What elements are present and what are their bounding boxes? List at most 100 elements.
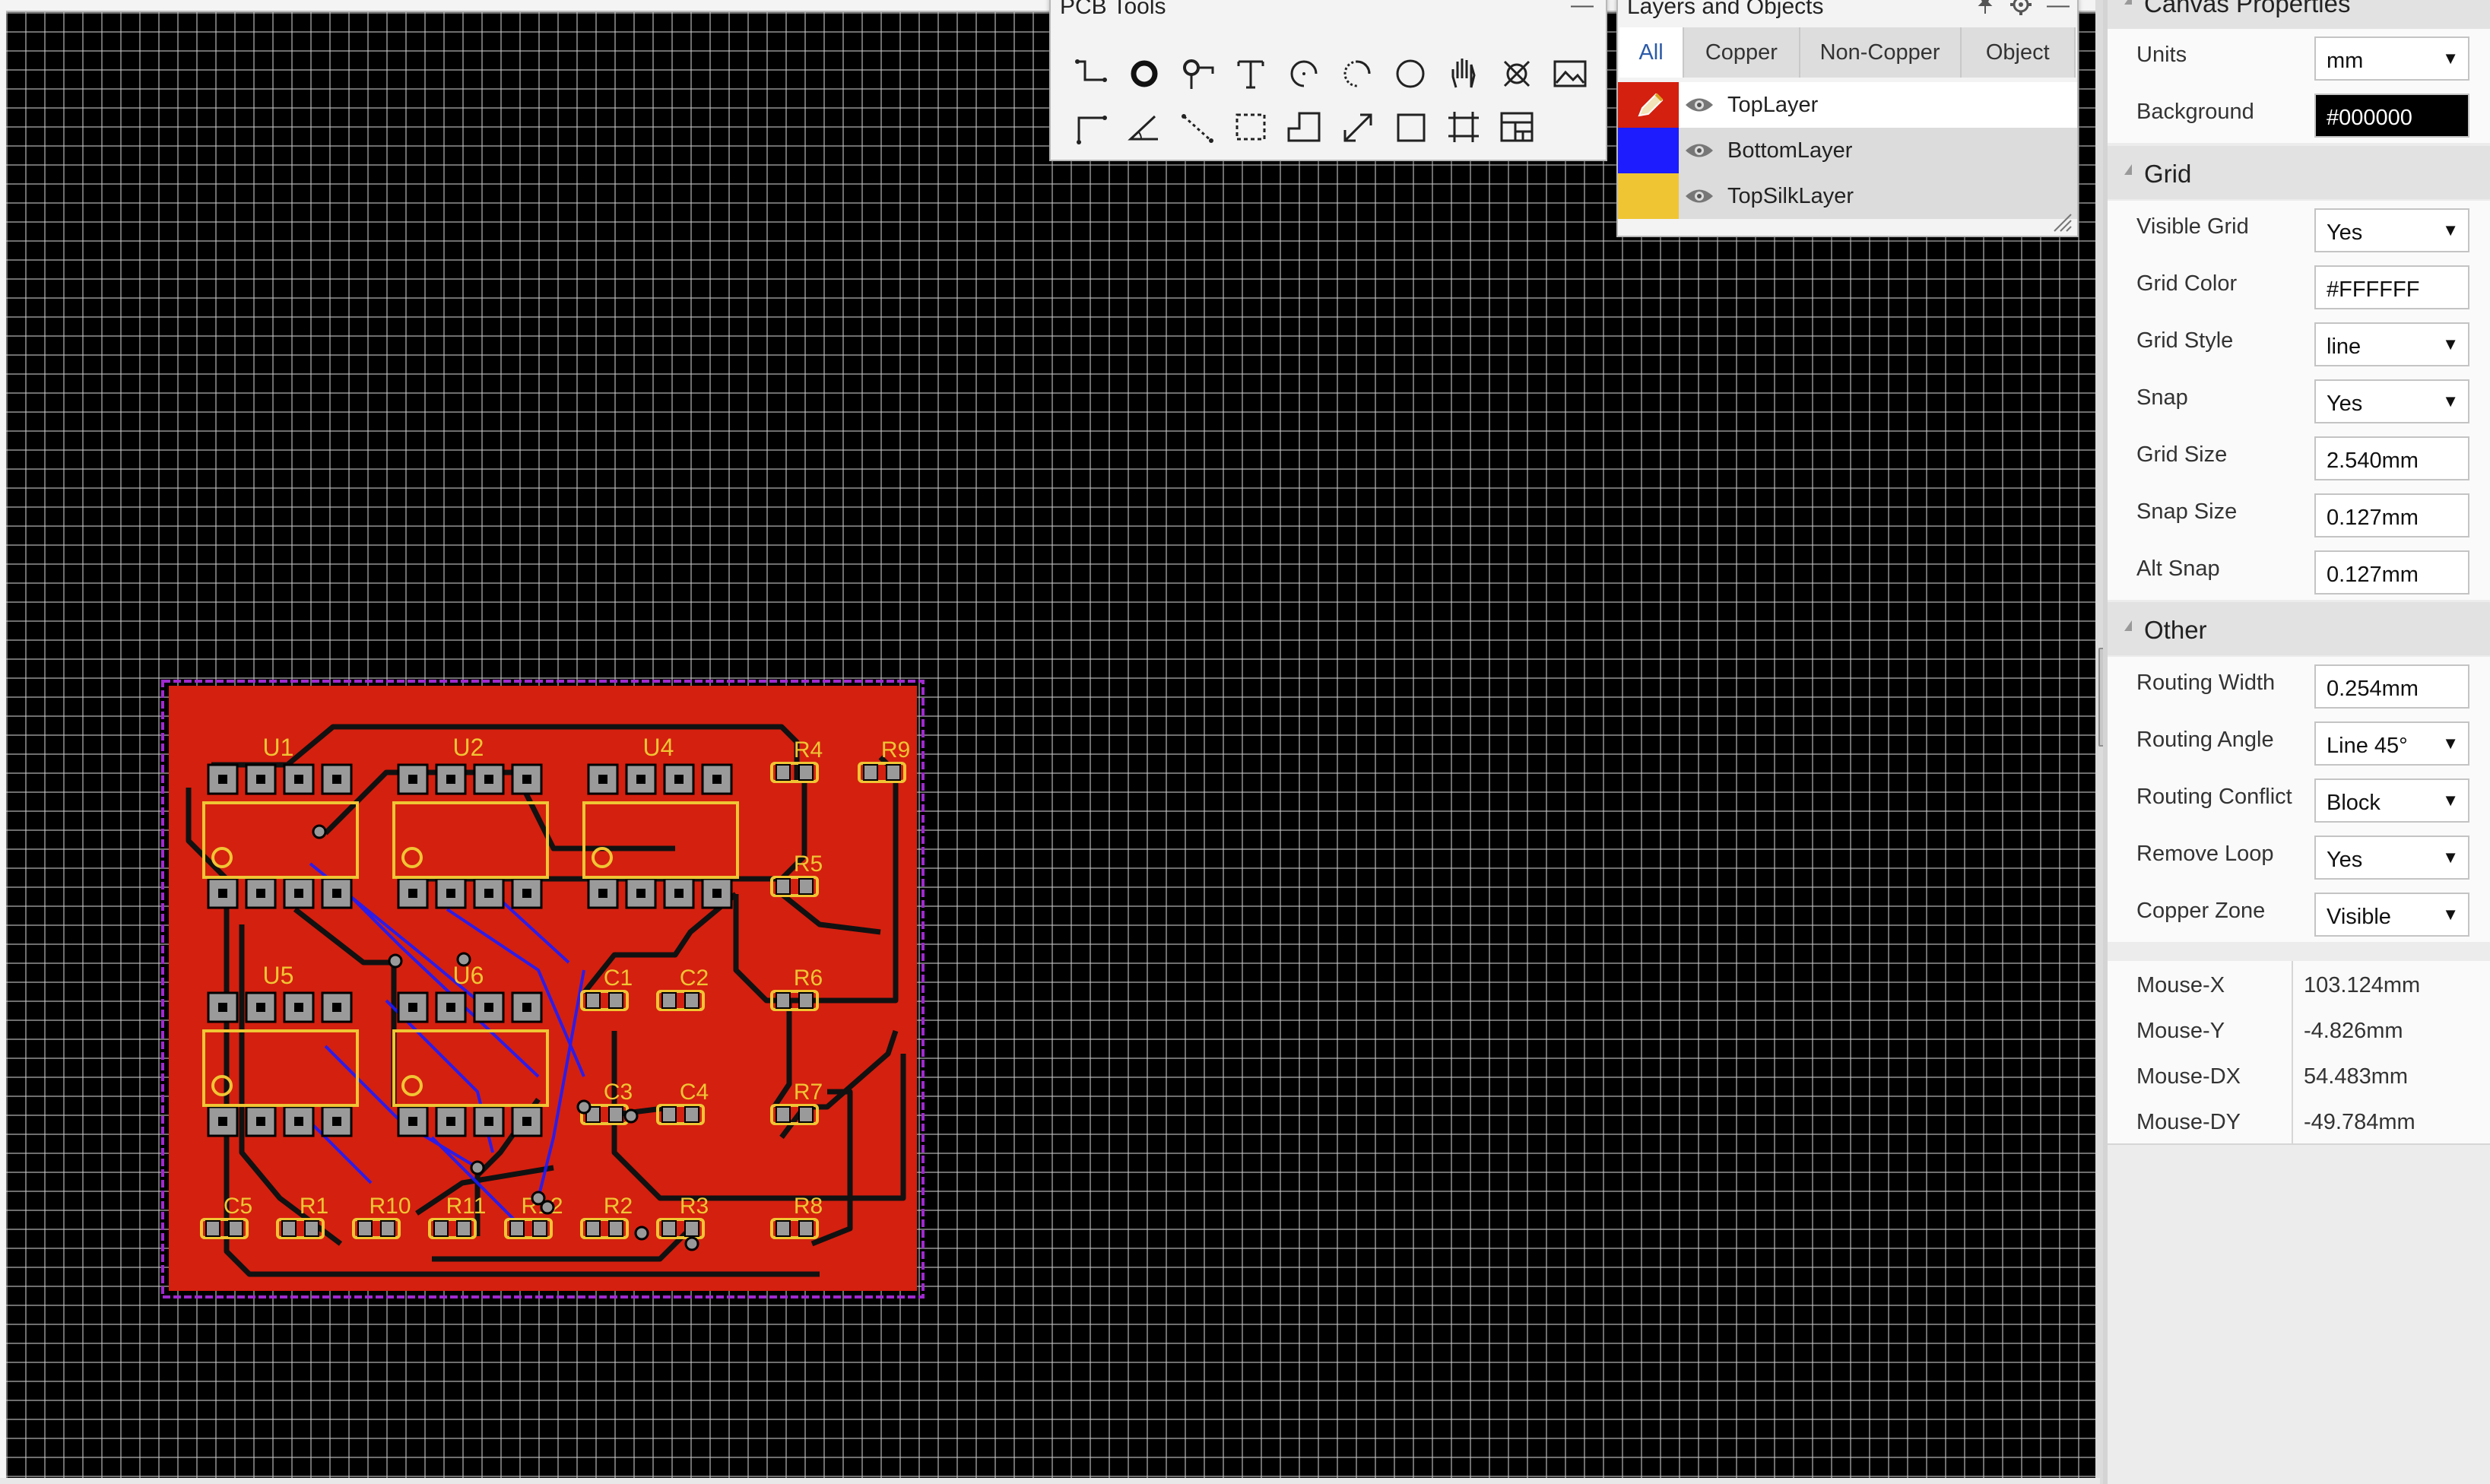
dropdown-arrow-icon[interactable]: ▼ [2442, 220, 2459, 240]
pad[interactable] [776, 992, 791, 1009]
pad[interactable] [304, 1220, 319, 1237]
alt-snap-input[interactable]: 0.127mm [2314, 550, 2469, 595]
pad[interactable] [281, 1220, 297, 1237]
settings-gear-icon[interactable] [2009, 0, 2033, 23]
pad[interactable] [357, 1220, 373, 1237]
visible-grid-select[interactable]: Yes ▼ [2314, 208, 2469, 252]
visibility-eye-icon[interactable] [1679, 128, 1720, 173]
dropdown-arrow-icon[interactable]: ▼ [2442, 734, 2459, 753]
pad[interactable] [684, 1106, 699, 1123]
rectangle-icon[interactable] [1384, 100, 1437, 154]
layer-row-bottomlayer[interactable]: BottomLayer [1618, 128, 2077, 173]
dropdown-arrow-icon[interactable]: ▼ [2442, 49, 2459, 68]
corner-line-icon[interactable] [1064, 100, 1118, 154]
layer-color-swatch[interactable] [1618, 173, 1679, 219]
layer-row-topsilklayer[interactable]: TopSilkLayer [1618, 173, 2077, 219]
pad[interactable] [776, 878, 791, 895]
routing-conflict-select[interactable]: Block ▼ [2314, 778, 2469, 823]
layer-row-toplayer[interactable]: TopLayer [1618, 82, 2077, 128]
collapse-triangle-icon[interactable] [2124, 0, 2132, 5]
dropdown-arrow-icon[interactable]: ▼ [2442, 791, 2459, 810]
dropdown-arrow-icon[interactable]: ▼ [2442, 848, 2459, 867]
section-grid[interactable]: Grid [2108, 146, 2490, 199]
pad[interactable] [585, 992, 601, 1009]
pad[interactable] [798, 1220, 814, 1237]
dropdown-arrow-icon[interactable]: ▼ [2442, 392, 2459, 411]
pad[interactable] [205, 1220, 220, 1237]
canvas-view-icon[interactable] [1490, 100, 1543, 154]
routing-width-input[interactable]: 0.254mm [2314, 664, 2469, 709]
pad[interactable] [863, 764, 878, 781]
visibility-eye-icon[interactable] [1679, 82, 1720, 128]
pad[interactable] [509, 1220, 525, 1237]
dropdown-arrow-icon[interactable]: ▼ [2442, 335, 2459, 354]
pad[interactable] [456, 1220, 471, 1237]
group-icon[interactable] [1437, 100, 1490, 154]
via[interactable] [684, 1236, 699, 1251]
snap-size-input[interactable]: 0.127mm [2314, 493, 2469, 537]
tab-object[interactable]: Object [1962, 27, 2076, 78]
resize-grip-icon[interactable] [2050, 210, 2073, 233]
layers-panel[interactable]: Layers and Objects — All Copper Non-Copper… [1616, 0, 2079, 237]
pad[interactable] [661, 1106, 677, 1123]
background-input[interactable]: #000000 [2314, 94, 2469, 138]
pad[interactable] [798, 992, 814, 1009]
pad[interactable] [661, 992, 677, 1009]
pan-hand-icon[interactable] [1437, 47, 1490, 100]
via-icon[interactable] [1171, 47, 1224, 100]
grid-color-input[interactable]: #FFFFFF [2314, 265, 2469, 309]
tab-all[interactable]: All [1619, 27, 1685, 78]
select-box-icon[interactable] [1224, 100, 1277, 154]
pcb-tools-panel[interactable]: PCB Tools — [1049, 0, 1607, 161]
pin-icon[interactable] [1974, 0, 1997, 21]
pad[interactable] [380, 1220, 395, 1237]
collapse-triangle-icon[interactable] [2124, 620, 2132, 631]
pad[interactable] [585, 1220, 601, 1237]
collapse-triangle-icon[interactable] [2124, 164, 2132, 175]
pad[interactable] [798, 878, 814, 895]
copper-zone-icon[interactable] [1277, 100, 1331, 154]
text-icon[interactable] [1224, 47, 1277, 100]
tab-non-copper[interactable]: Non-Copper [1800, 27, 1962, 78]
grid-size-input[interactable]: 2.540mm [2314, 436, 2469, 480]
pad[interactable] [776, 1106, 791, 1123]
pad[interactable] [684, 1220, 699, 1237]
via[interactable] [540, 1200, 555, 1215]
layer-color-swatch[interactable] [1618, 128, 1679, 173]
pad[interactable] [886, 764, 901, 781]
cross-circle-icon[interactable] [1490, 47, 1543, 100]
units-select[interactable]: mm ▼ [2314, 36, 2469, 81]
dimension-icon[interactable] [1171, 100, 1224, 154]
measure-icon[interactable] [1331, 100, 1384, 154]
pad[interactable] [776, 1220, 791, 1237]
pad[interactable] [228, 1220, 243, 1237]
pad[interactable] [532, 1220, 547, 1237]
pad[interactable] [608, 992, 623, 1009]
visibility-eye-icon[interactable] [1679, 173, 1720, 219]
section-other[interactable]: Other [2108, 602, 2490, 655]
minimize-icon[interactable]: — [1571, 0, 1594, 18]
layer-color-swatch[interactable] [1618, 82, 1679, 128]
via[interactable] [312, 824, 327, 839]
arc-icon[interactable] [1277, 47, 1331, 100]
snap-select[interactable]: Yes ▼ [2314, 379, 2469, 423]
via[interactable] [576, 1099, 592, 1115]
copper-zone-select[interactable]: Visible ▼ [2314, 893, 2469, 937]
via[interactable] [634, 1226, 649, 1241]
angle-icon[interactable] [1118, 100, 1171, 154]
pad[interactable] [661, 1220, 677, 1237]
via[interactable] [456, 952, 471, 967]
grid-style-select[interactable]: line ▼ [2314, 322, 2469, 366]
pad[interactable] [608, 1106, 623, 1123]
minimize-icon[interactable]: — [2047, 0, 2070, 18]
pad[interactable] [776, 764, 791, 781]
remove-loop-select[interactable]: Yes ▼ [2314, 836, 2469, 880]
pad-icon[interactable] [1118, 47, 1171, 100]
center-arc-icon[interactable] [1331, 47, 1384, 100]
via[interactable] [388, 953, 403, 969]
via[interactable] [623, 1108, 639, 1124]
routing-angle-select[interactable]: Line 45° ▼ [2314, 721, 2469, 766]
section-canvas-properties[interactable]: Canvas Properties [2108, 0, 2490, 29]
circle-icon[interactable] [1384, 47, 1437, 100]
via[interactable] [470, 1160, 485, 1175]
